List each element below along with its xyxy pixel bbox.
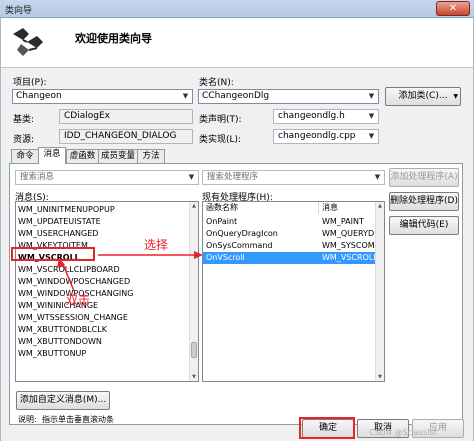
messages-scrollbar[interactable]: ▲ ▼	[189, 202, 198, 381]
resource-field: IDD_CHANGEON_DIALOG	[59, 129, 193, 144]
base-class-value: CDialogEx	[64, 111, 110, 121]
search-messages-input[interactable]: 搜索消息 ▼	[15, 170, 199, 185]
class-implementation-field[interactable]: changeondlg.cpp ▼	[273, 129, 379, 144]
class-declaration-label: 类声明(T):	[199, 115, 242, 125]
annotation-box-ok	[299, 417, 355, 439]
resource-label: 资源:	[13, 135, 35, 145]
scroll-up-icon[interactable]: ▲	[376, 202, 384, 210]
tab-member-variables[interactable]: 成员变量	[98, 149, 138, 163]
add-handler-button[interactable]: 添加处理程序(A)	[389, 168, 459, 187]
chevron-down-icon: ▼	[368, 92, 375, 100]
class-name-label: 类名(N):	[199, 78, 234, 88]
description-text: 指示单击垂直滚动条	[42, 415, 114, 424]
search-handlers-input[interactable]: 搜索处理程序 ▼	[202, 170, 385, 185]
table-row[interactable]: OnPaint WM_PAINT	[203, 216, 384, 228]
list-item[interactable]: WM_XBUTTONUP	[18, 348, 86, 359]
add-class-label: 添加类(C)...	[398, 91, 448, 101]
class-implementation-label: 类实现(L):	[199, 135, 242, 145]
dialog-client: 欢迎使用类向导 项目(P): Changeon ▼ 类名(N): CChange…	[0, 18, 474, 441]
class-name-combo[interactable]: CChangeonDlg ▼	[198, 89, 379, 104]
dropdown-arrow-icon[interactable]: ▼	[453, 88, 458, 105]
list-item[interactable]: WM_USERCHANGED	[18, 228, 98, 239]
chevron-down-icon: ▼	[368, 132, 375, 140]
class-declaration-field[interactable]: changeondlg.h ▼	[273, 109, 379, 124]
handlers-header: 函数名称 消息	[203, 202, 384, 214]
project-combo[interactable]: Changeon ▼	[12, 89, 193, 104]
list-item[interactable]: WM_XBUTTONDBLCLK	[18, 324, 107, 335]
delete-handler-button[interactable]: 删除处理程序(D)	[389, 192, 459, 211]
column-function-name[interactable]: 函数名称	[203, 202, 319, 214]
wizard-header: 欢迎使用类向导	[1, 18, 473, 68]
annotation-select: 选择	[144, 238, 169, 252]
list-item[interactable]: WM_WINDOWPOSCHANGED	[18, 276, 130, 287]
list-item[interactable]: WM_UNINITMENUPOPUP	[18, 204, 115, 215]
project-label: 项目(P):	[13, 78, 47, 88]
resource-value: IDD_CHANGEON_DIALOG	[64, 131, 177, 141]
chevron-down-icon: ▼	[368, 112, 375, 120]
close-icon: ✕	[448, 3, 458, 14]
class-wizard-icon	[13, 28, 43, 56]
scroll-thumb[interactable]	[191, 342, 197, 358]
scroll-up-icon[interactable]: ▲	[190, 202, 198, 210]
table-row-selected[interactable]: OnVScroll WM_VSCROLL	[203, 252, 384, 264]
handlers-table[interactable]: 函数名称 消息 OnPaint WM_PAINT OnQueryDragIcon…	[202, 201, 385, 382]
handlers-scrollbar[interactable]: ▲ ▼	[375, 202, 384, 381]
annotation-box-wm-vscroll	[11, 247, 95, 261]
chevron-down-icon: ▼	[374, 173, 381, 181]
class-name-value: CChangeonDlg	[202, 91, 270, 101]
list-item[interactable]: WM_UPDATEUISTATE	[18, 216, 101, 227]
window-title: 类向导	[5, 6, 33, 16]
close-button[interactable]: ✕	[436, 1, 470, 16]
list-item[interactable]: WM_WTSSESSION_CHANGE	[18, 312, 128, 323]
list-item[interactable]: WM_XBUTTONDOWN	[18, 336, 102, 347]
class-implementation-value: changeondlg.cpp	[278, 131, 356, 141]
tab-virtual-functions[interactable]: 虚函数	[66, 149, 99, 163]
messages-list[interactable]: WM_UNINITMENUPOPUP WM_UPDATEUISTATE WM_U…	[15, 201, 199, 382]
tab-commands[interactable]: 命令	[11, 149, 39, 163]
add-class-button[interactable]: 添加类(C)... ▼	[385, 87, 461, 106]
base-class-field: CDialogEx	[59, 109, 193, 124]
class-declaration-value: changeondlg.h	[278, 111, 345, 121]
page-title: 欢迎使用类向导	[75, 32, 152, 45]
project-value: Changeon	[16, 91, 62, 101]
search-messages-placeholder: 搜索消息	[20, 172, 55, 182]
watermark: CSDN @Sciassist	[369, 428, 437, 437]
tab-messages[interactable]: 消息	[38, 147, 66, 164]
add-custom-message-button[interactable]: 添加自定义消息(M)...	[16, 391, 110, 410]
base-class-label: 基类:	[13, 115, 35, 125]
edit-code-button[interactable]: 编辑代码(E)	[389, 216, 459, 235]
search-handlers-placeholder: 搜索处理程序	[207, 172, 259, 182]
chevron-down-icon: ▼	[182, 92, 189, 100]
annotation-double-click: 双击	[66, 293, 91, 307]
column-message[interactable]: 消息	[319, 202, 377, 214]
chevron-down-icon: ▼	[188, 173, 195, 181]
table-row[interactable]: OnQueryDragIcon WM_QUERYD...	[203, 228, 384, 240]
tab-methods[interactable]: 方法	[137, 149, 165, 163]
table-row[interactable]: OnSysCommand WM_SYSCOM...	[203, 240, 384, 252]
list-item[interactable]: WM_VSCROLLCLIPBOARD	[18, 264, 120, 275]
description-label: 说明:	[18, 415, 37, 424]
scroll-down-icon[interactable]: ▼	[190, 373, 198, 381]
title-bar: 类向导 ✕	[0, 0, 474, 18]
scroll-down-icon[interactable]: ▼	[376, 373, 384, 381]
